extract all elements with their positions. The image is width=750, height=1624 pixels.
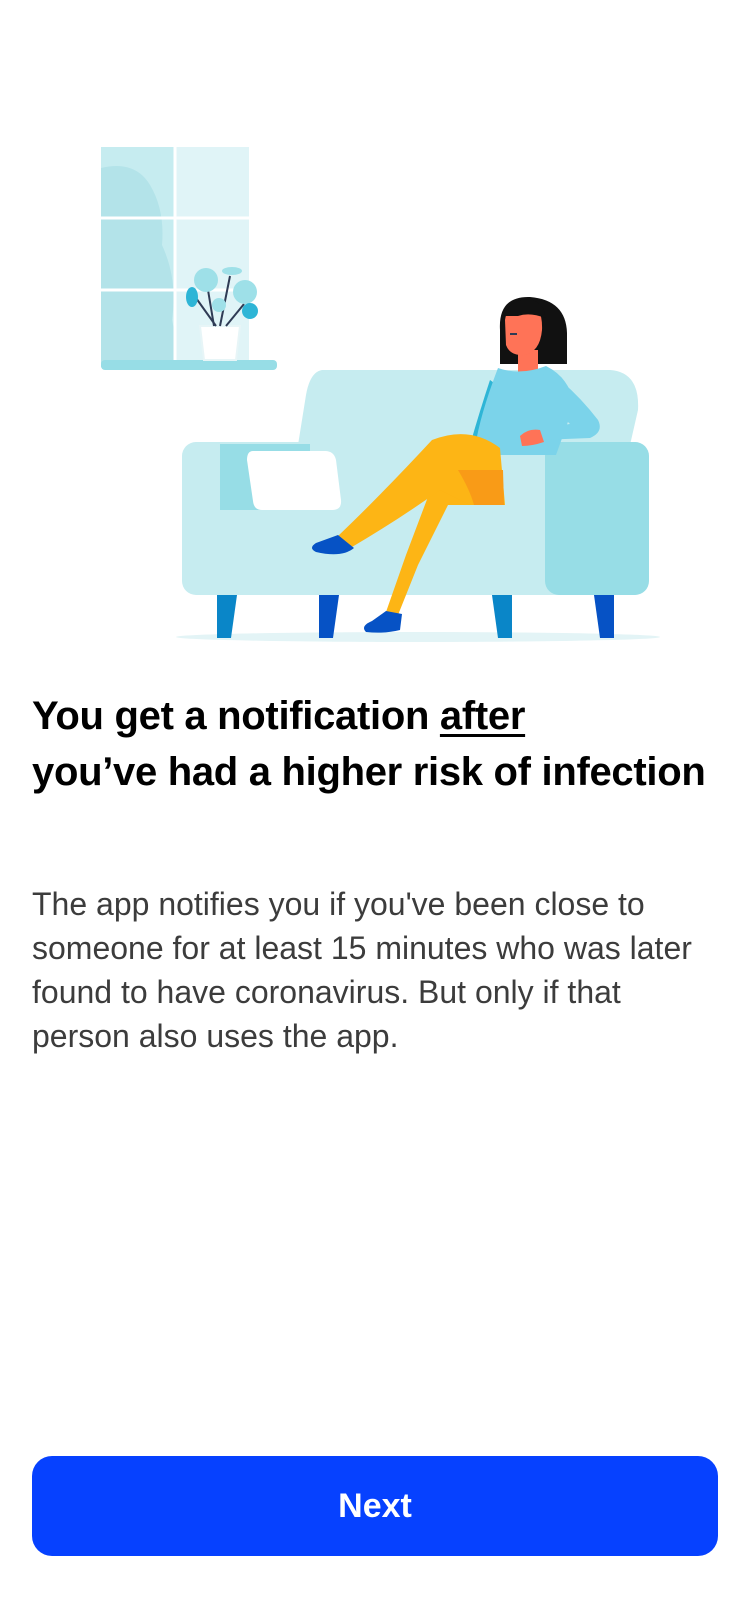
title-emphasis: after [439,694,526,738]
window-illustration [101,147,277,370]
next-button[interactable]: Next [32,1456,718,1556]
woman-on-sofa-illustration [101,147,660,642]
page-title: You get a notification after you’ve had a… [32,688,722,800]
title-part1: You get a notification [32,694,440,738]
title-part2: you’ve had a higher risk of infection [32,750,706,794]
description-text: The app notifies you if you've been clos… [32,886,692,1054]
